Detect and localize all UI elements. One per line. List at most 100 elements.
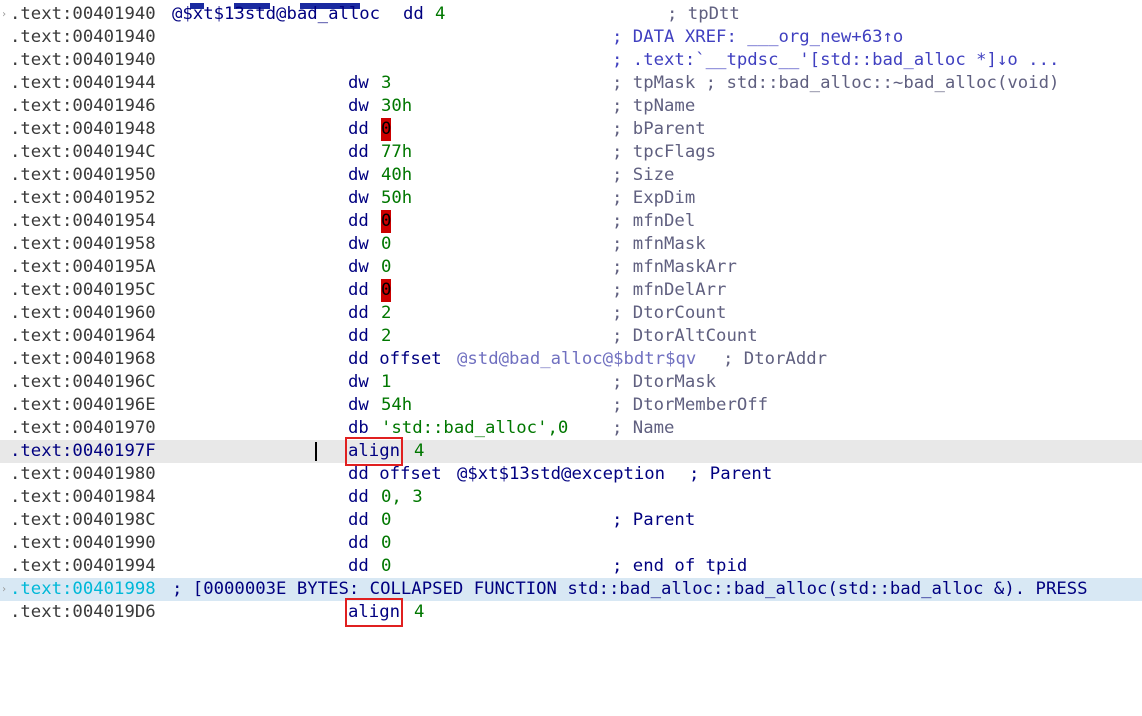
mnemonic: dw: [348, 395, 369, 415]
mnemonic: dw: [348, 165, 369, 185]
expand-marker-icon: ›: [1, 9, 8, 20]
address: .text:00401994: [10, 556, 156, 576]
align-directive[interactable]: align: [344, 598, 404, 627]
address: .text:00401960: [10, 303, 156, 323]
listing-line[interactable]: .text:00401980 dd offset @$xt$13std@exce…: [0, 463, 1142, 486]
disassembly-listing[interactable]: › .text:00401940 @$xt$13std@bad_alloc dd…: [0, 0, 1142, 627]
mnemonic: dd: [348, 533, 369, 553]
address: .text:00401940: [10, 27, 156, 47]
address: .text:0040195A: [10, 257, 156, 277]
comment: ; Size: [612, 165, 675, 185]
mnemonic: dd offset: [348, 349, 442, 369]
address: .text:00401964: [10, 326, 156, 346]
comment: ; tpDtt: [667, 4, 740, 24]
operand: 54h: [381, 395, 413, 415]
listing-line[interactable]: .text:0040196E dw 54h ; DtorMemberOff: [0, 394, 1142, 417]
mnemonic: dd: [403, 4, 424, 24]
operand: 4: [414, 602, 425, 622]
mnemonic: dw: [348, 73, 369, 93]
operand: 4: [414, 441, 425, 461]
address: .text:00401944: [10, 73, 156, 93]
mnemonic: dw: [348, 372, 369, 392]
operand: 1: [381, 372, 392, 392]
address: .text:0040194C: [10, 142, 156, 162]
listing-line[interactable]: .text:0040198C dd 0 ; Parent: [0, 509, 1142, 532]
mnemonic: dw: [348, 188, 369, 208]
comment: ; tpcFlags: [612, 142, 717, 162]
listing-line[interactable]: .text:00401940 ; .text:`__tpdsc__'[std::…: [0, 49, 1142, 72]
text-cursor: [315, 442, 317, 461]
listing-line[interactable]: .text:0040194C dd 77h ; tpcFlags: [0, 141, 1142, 164]
comment: ; mfnDelArr: [612, 280, 727, 300]
operand-null-marker: 0: [381, 210, 392, 233]
listing-line[interactable]: .text:00401970 db 'std::bad_alloc',0 ; N…: [0, 417, 1142, 440]
listing-line[interactable]: .text:00401990 dd 0: [0, 532, 1142, 555]
mnemonic: dw: [348, 234, 369, 254]
listing-line-current[interactable]: .text:0040197F align 4: [0, 437, 1142, 466]
mnemonic: dd: [348, 142, 369, 162]
xref-comment[interactable]: ; DATA XREF: ___org_new+63↑o: [612, 26, 903, 49]
mnemonic: dd offset: [348, 464, 442, 484]
scrolled-off-fragment: [190, 0, 390, 9]
listing-line[interactable]: .text:00401952 dw 50h ; ExpDim: [0, 187, 1142, 210]
operand: 0, 3: [381, 487, 423, 507]
address: .text:00401954: [10, 211, 156, 231]
comment: ; tpMask ; std::bad_alloc::~bad_alloc(vo…: [612, 73, 1060, 93]
operand: 2: [381, 326, 392, 346]
string-operand: 'std::bad_alloc',0: [381, 418, 569, 438]
align-directive[interactable]: align: [344, 437, 404, 466]
operand: 2: [381, 303, 392, 323]
collapsed-function-line[interactable]: › .text:00401998 ; [0000003E BYTES: COLL…: [0, 578, 1142, 601]
expand-arrow-icon[interactable]: ›: [1, 578, 7, 601]
mnemonic: dd: [348, 119, 369, 139]
collapsed-function-comment[interactable]: ; [0000003E BYTES: COLLAPSED FUNCTION st…: [172, 578, 1088, 601]
address: .text:00401980: [10, 464, 156, 484]
listing-line[interactable]: .text:00401960 dd 2 ; DtorCount: [0, 302, 1142, 325]
address: .text:0040196C: [10, 372, 156, 392]
listing-line[interactable]: .text:00401958 dw 0 ; mfnMask: [0, 233, 1142, 256]
address: .text:00401948: [10, 119, 156, 139]
xref-comment[interactable]: ; .text:`__tpdsc__'[std::bad_alloc *]↓o …: [612, 49, 1059, 72]
mnemonic: db: [348, 418, 369, 438]
listing-line[interactable]: .text:00401964 dd 2 ; DtorAltCount: [0, 325, 1142, 348]
listing-line[interactable]: .text:00401984 dd 0, 3: [0, 486, 1142, 509]
listing-line[interactable]: .text:004019D6 align 4: [0, 598, 1142, 627]
operand: 40h: [381, 165, 413, 185]
listing-line[interactable]: .text:00401954 dd 0 ; mfnDel: [0, 210, 1142, 233]
address: .text:00401940: [10, 50, 156, 70]
listing-line[interactable]: .text:00401968 dd offset @std@bad_alloc@…: [0, 348, 1142, 371]
mnemonic: dd: [348, 487, 369, 507]
operand-null-marker: 0: [381, 279, 392, 302]
listing-line[interactable]: .text:0040195C dd 0 ; mfnDelArr: [0, 279, 1142, 302]
address: .text:00401970: [10, 418, 156, 438]
comment: ; Parent: [689, 464, 773, 484]
listing-line[interactable]: .text:0040196C dw 1 ; DtorMask: [0, 371, 1142, 394]
comment: ; Parent: [612, 510, 696, 530]
operand: 3: [381, 73, 392, 93]
listing-line[interactable]: .text:00401940 ; DATA XREF: ___org_new+6…: [0, 26, 1142, 49]
comment: ; DtorCount: [612, 303, 727, 323]
comment: ; ExpDim: [612, 188, 696, 208]
listing-line[interactable]: .text:00401946 dw 30h ; tpName: [0, 95, 1142, 118]
address: .text:0040198C: [10, 510, 156, 530]
comment: ; end of tpid: [612, 556, 748, 576]
address: .text:00401968: [10, 349, 156, 369]
mnemonic: dd: [348, 280, 369, 300]
offset-reference[interactable]: @$xt$13std@exception: [457, 463, 665, 486]
comment: ; DtorAltCount: [612, 326, 758, 346]
operand: 30h: [381, 96, 413, 116]
address: .text:00401952: [10, 188, 156, 208]
listing-line[interactable]: .text:00401950 dw 40h ; Size: [0, 164, 1142, 187]
address: .text:00401958: [10, 234, 156, 254]
symbol-label[interactable]: @$xt$13std@bad_alloc: [172, 3, 380, 26]
mnemonic: dd: [348, 211, 369, 231]
listing-line[interactable]: › .text:00401940 @$xt$13std@bad_alloc dd…: [0, 3, 1142, 26]
comment: ; mfnDel: [612, 211, 696, 231]
mnemonic: dd: [348, 510, 369, 530]
listing-line[interactable]: .text:00401948 dd 0 ; bParent: [0, 118, 1142, 141]
listing-line[interactable]: .text:00401944 dw 3 ; tpMask ; std::bad_…: [0, 72, 1142, 95]
listing-line[interactable]: .text:0040195A dw 0 ; mfnMaskArr: [0, 256, 1142, 279]
offset-reference[interactable]: @std@bad_alloc@$bdtr$qv: [457, 348, 696, 371]
address: .text:00401950: [10, 165, 156, 185]
listing-line[interactable]: .text:00401994 dd 0 ; end of tpid: [0, 555, 1142, 578]
